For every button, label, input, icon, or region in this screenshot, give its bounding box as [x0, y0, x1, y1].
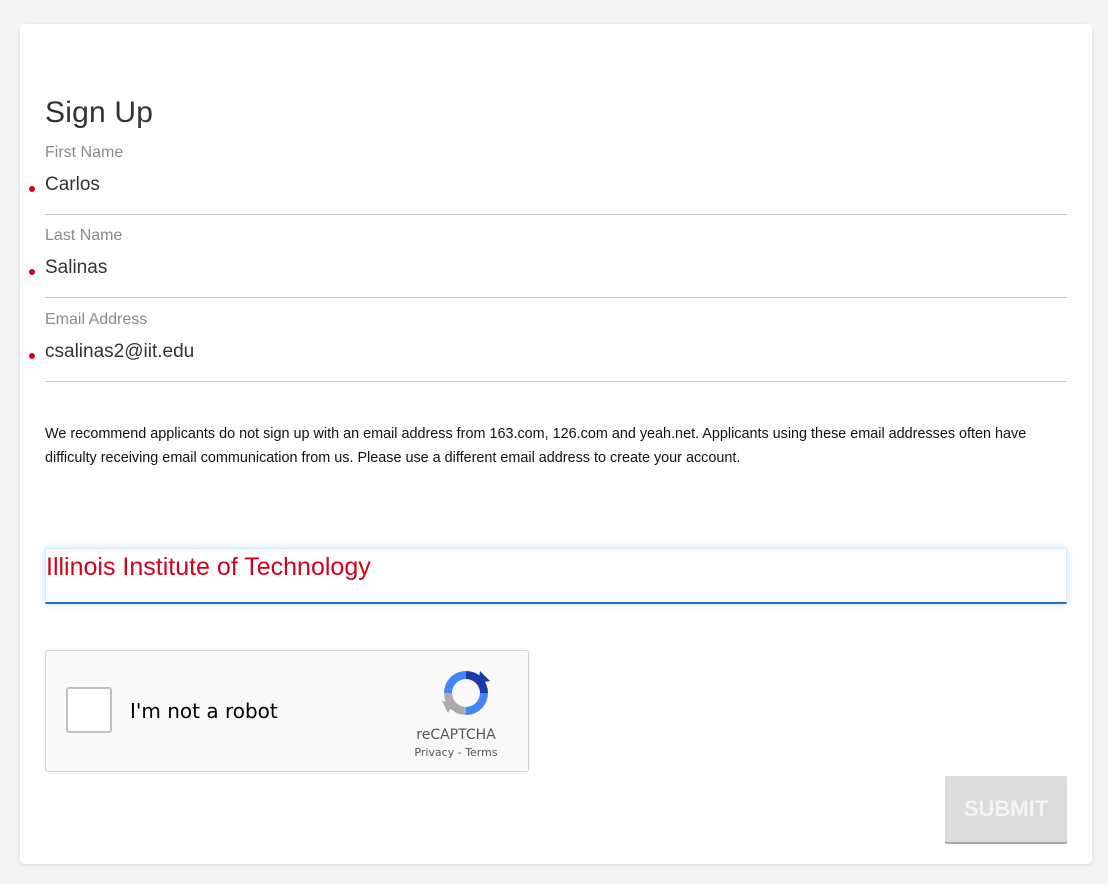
recaptcha-widget: I'm not a robot reCAPTCHA Privacy - Term…	[45, 650, 529, 772]
last-name-input[interactable]: Salinas	[45, 257, 107, 279]
email-notice: We recommend applicants do not sign up w…	[45, 426, 1027, 466]
required-marker-icon	[29, 269, 35, 275]
school-input[interactable]: Illinois Institute of Technology	[45, 548, 1067, 604]
recaptcha-link-separator: -	[454, 746, 466, 759]
last-name-underline	[45, 297, 1067, 298]
first-name-input[interactable]: Carlos	[45, 174, 100, 196]
required-marker-icon	[29, 353, 35, 359]
email-underline	[45, 381, 1067, 382]
last-name-field[interactable]: Last Name Salinas	[29, 227, 1067, 311]
recaptcha-checkbox[interactable]	[66, 687, 112, 733]
submit-button[interactable]: SUBMIT	[945, 776, 1067, 842]
recaptcha-links: Privacy - Terms	[386, 746, 526, 759]
school-input-value[interactable]: Illinois Institute of Technology	[46, 553, 371, 582]
recaptcha-label: I'm not a robot	[130, 699, 278, 723]
required-marker-icon	[29, 186, 35, 192]
recaptcha-logo-icon	[442, 671, 490, 715]
signup-card: Sign Up First Name Carlos Last Name Sali…	[20, 24, 1092, 864]
email-input[interactable]: csalinas2@iit.edu	[45, 341, 194, 363]
recaptcha-terms-link[interactable]: Terms	[465, 746, 497, 759]
recaptcha-brand: reCAPTCHA	[416, 727, 496, 743]
page-title: Sign Up	[45, 96, 154, 129]
recaptcha-privacy-link[interactable]: Privacy	[414, 746, 454, 759]
email-field[interactable]: Email Address csalinas2@iit.edu	[29, 311, 1067, 395]
first-name-underline	[45, 214, 1067, 215]
last-name-label: Last Name	[45, 227, 123, 244]
first-name-field[interactable]: First Name Carlos	[29, 144, 1067, 228]
email-label: Email Address	[45, 311, 148, 328]
first-name-label: First Name	[45, 144, 124, 161]
